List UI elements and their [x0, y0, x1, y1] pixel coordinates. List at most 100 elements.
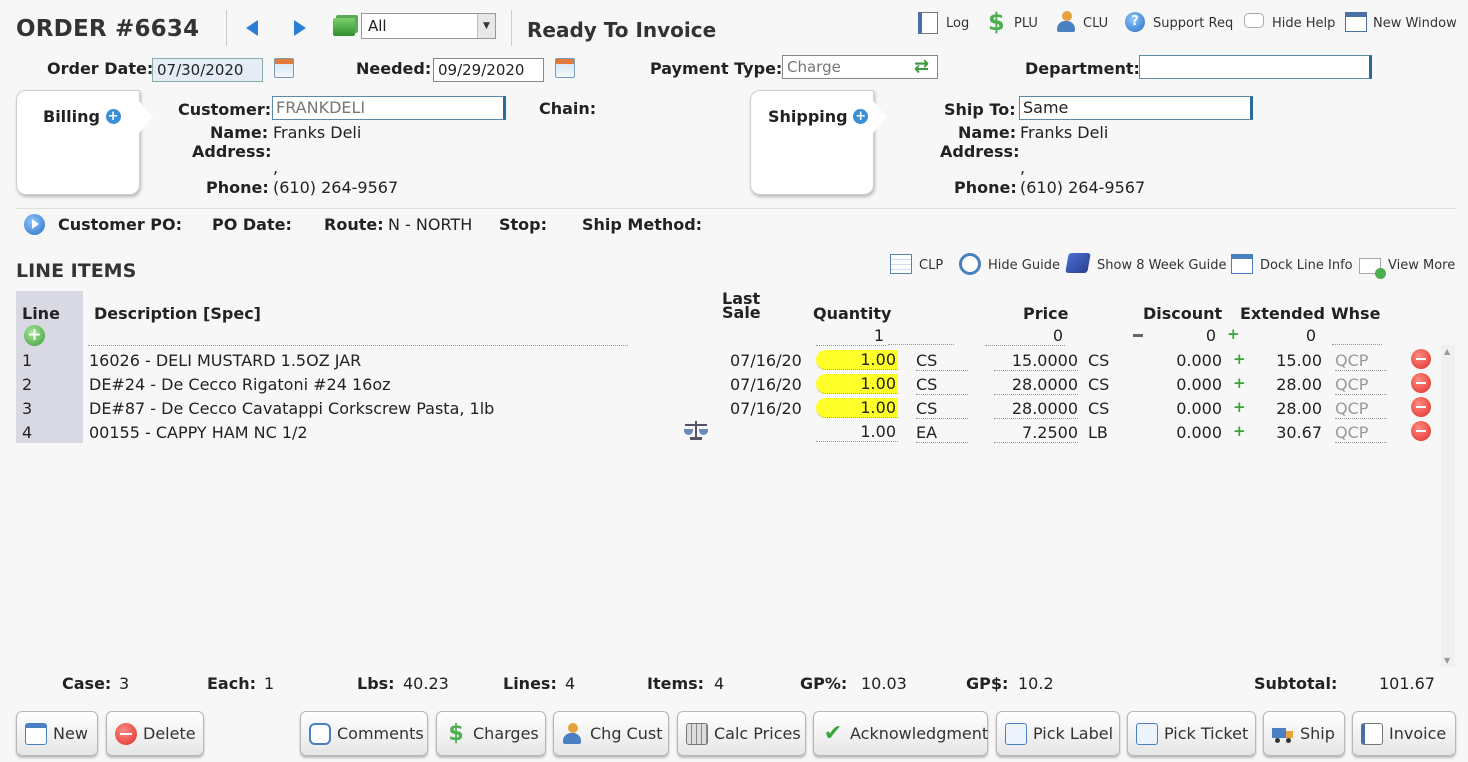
order-title: ORDER #6634 — [16, 16, 200, 42]
catch-weight-scale-icon[interactable] — [684, 421, 708, 441]
col-header-extended: Extended — [1240, 304, 1325, 323]
decrease-discount-icon[interactable] — [1133, 334, 1143, 337]
ship-button[interactable]: Ship — [1263, 711, 1345, 756]
row-description[interactable]: DE#24 - De Cecco Rigatoni #24 16oz — [89, 375, 391, 394]
add-discount-icon[interactable]: + — [1233, 350, 1246, 368]
expand-play-icon[interactable] — [24, 214, 45, 235]
delete-line-icon[interactable] — [1411, 349, 1431, 369]
scroll-up-icon[interactable]: ▲ — [1444, 347, 1450, 356]
row-price-input[interactable]: 28.0000 — [994, 399, 1078, 419]
invoice-button-label: Invoice — [1389, 724, 1447, 743]
row-last-sale: 07/16/20 — [730, 351, 802, 370]
view-more-link[interactable]: View More — [1388, 258, 1455, 273]
billing-tab-label: Billing — [43, 107, 100, 126]
new-button[interactable]: New — [16, 711, 98, 756]
subtotal-value: 101.67 — [1379, 674, 1435, 693]
gp-percent-value: 10.03 — [861, 674, 907, 693]
col-header-description: Description [Spec] — [94, 304, 261, 323]
next-arrow-icon[interactable] — [294, 20, 306, 36]
change-customer-button[interactable]: Chg Cust — [553, 711, 669, 756]
col-header-discount: Discount — [1143, 304, 1223, 323]
add-discount-icon[interactable]: + — [1233, 374, 1246, 392]
row-discount[interactable]: 0.000 — [1150, 399, 1222, 418]
department-field[interactable] — [1139, 55, 1372, 79]
col-header-quantity: Quantity — [813, 304, 892, 323]
row-quantity-input[interactable]: 1.00 — [816, 422, 898, 442]
add-discount-icon[interactable]: + — [1233, 398, 1246, 416]
comments-button[interactable]: Comments — [300, 711, 428, 756]
ship-to-field[interactable]: Same — [1019, 96, 1253, 120]
row-extended: 28.00 — [1276, 375, 1322, 394]
order-date-field[interactable]: 07/30/2020 — [152, 58, 263, 82]
ship-method-label: Ship Method: — [582, 215, 703, 234]
row-quantity-uom[interactable]: CS — [916, 399, 968, 419]
add-billing-icon[interactable]: + — [105, 109, 121, 124]
row-whse[interactable]: QCP — [1335, 399, 1387, 419]
document-icon — [1005, 722, 1027, 745]
calendar-icon[interactable] — [274, 58, 294, 78]
calc-prices-button[interactable]: Calc Prices — [677, 711, 806, 756]
row-price-input[interactable]: 7.2500 — [994, 423, 1078, 443]
previous-arrow-icon[interactable] — [246, 20, 258, 36]
new-line-whse-input[interactable] — [1332, 344, 1382, 345]
row-description[interactable]: 16026 - DELI MUSTARD 1.5OZ JAR — [89, 351, 361, 370]
billing-card[interactable]: Billing + — [16, 90, 153, 195]
row-whse[interactable]: QCP — [1335, 351, 1387, 371]
row-whse[interactable]: QCP — [1335, 423, 1387, 443]
new-line-quantity-input[interactable]: 1 — [816, 326, 886, 346]
shipping-card[interactable]: Shipping + — [750, 90, 887, 195]
clu-link[interactable]: CLU — [1083, 16, 1108, 31]
swap-arrows-icon[interactable]: ⇄ — [914, 56, 929, 77]
row-price-input[interactable]: 15.0000 — [994, 351, 1078, 371]
add-discount-icon[interactable]: + — [1233, 422, 1246, 440]
billing-address-label: Address: — [192, 142, 272, 161]
row-last-sale: 07/16/20 — [730, 375, 802, 394]
gp-dollar-label: GP$: — [966, 674, 1009, 693]
needed-date-field[interactable]: 09/29/2020 — [433, 58, 544, 82]
row-quantity-input[interactable]: 1.00 — [816, 350, 898, 370]
row-quantity-uom[interactable]: EA — [916, 423, 968, 443]
acknowledgment-button[interactable]: ✔ Acknowledgment — [813, 711, 988, 756]
row-description[interactable]: DE#87 - De Cecco Cavatappi Corkscrew Pas… — [89, 399, 494, 418]
add-shipping-icon[interactable]: + — [853, 109, 869, 124]
new-window-link[interactable]: New Window — [1373, 16, 1457, 31]
customer-field[interactable]: FRANKDELI — [272, 96, 506, 120]
delete-line-icon[interactable] — [1411, 397, 1431, 417]
delete-line-icon[interactable] — [1411, 421, 1431, 441]
row-price-input[interactable]: 28.0000 — [994, 375, 1078, 395]
delete-line-icon[interactable] — [1411, 373, 1431, 393]
new-line-discount[interactable]: 0 — [1150, 326, 1216, 345]
support-req-link[interactable]: Support Req — [1153, 16, 1233, 31]
log-link[interactable]: Log — [946, 16, 969, 31]
hide-guide-link[interactable]: Hide Guide — [988, 258, 1060, 273]
show-8-week-guide-link[interactable]: Show 8 Week Guide — [1097, 258, 1227, 273]
row-quantity-uom[interactable]: CS — [916, 351, 968, 371]
row-discount[interactable]: 0.000 — [1150, 351, 1222, 370]
plu-link[interactable]: PLU — [1014, 16, 1038, 31]
new-line-price-input[interactable]: 0 — [985, 326, 1065, 346]
row-description[interactable]: 00155 - CAPPY HAM NC 1/2 — [89, 423, 308, 442]
hide-help-link[interactable]: Hide Help — [1272, 16, 1335, 31]
clp-link[interactable]: CLP — [919, 258, 943, 273]
invoice-button[interactable]: Invoice — [1352, 711, 1456, 756]
row-whse[interactable]: QCP — [1335, 375, 1387, 395]
filter-select[interactable]: All ▼ — [361, 13, 496, 39]
calendar-icon[interactable] — [555, 58, 575, 78]
new-line-description-input[interactable] — [88, 332, 628, 346]
charges-button[interactable]: $ Charges — [436, 711, 546, 756]
row-quantity-uom[interactable]: CS — [916, 375, 968, 395]
add-line-icon[interactable]: + — [24, 325, 45, 346]
delete-button[interactable]: Delete — [106, 711, 204, 756]
row-discount[interactable]: 0.000 — [1150, 375, 1222, 394]
row-quantity-input[interactable]: 1.00 — [816, 374, 898, 394]
row-quantity-input[interactable]: 1.00 — [816, 398, 898, 418]
pick-label-button[interactable]: Pick Label — [996, 711, 1120, 756]
increase-discount-icon[interactable]: + — [1227, 325, 1240, 343]
chevron-down-icon: ▼ — [477, 14, 495, 38]
pick-ticket-button[interactable]: Pick Ticket — [1127, 711, 1256, 756]
scroll-down-icon[interactable]: ▼ — [1444, 656, 1450, 665]
new-line-uom-input[interactable] — [888, 344, 954, 345]
line-items-scrollbar[interactable]: ▲ ▼ — [1441, 345, 1455, 667]
row-discount[interactable]: 0.000 — [1150, 423, 1222, 442]
dock-line-info-link[interactable]: Dock Line Info — [1260, 258, 1353, 273]
